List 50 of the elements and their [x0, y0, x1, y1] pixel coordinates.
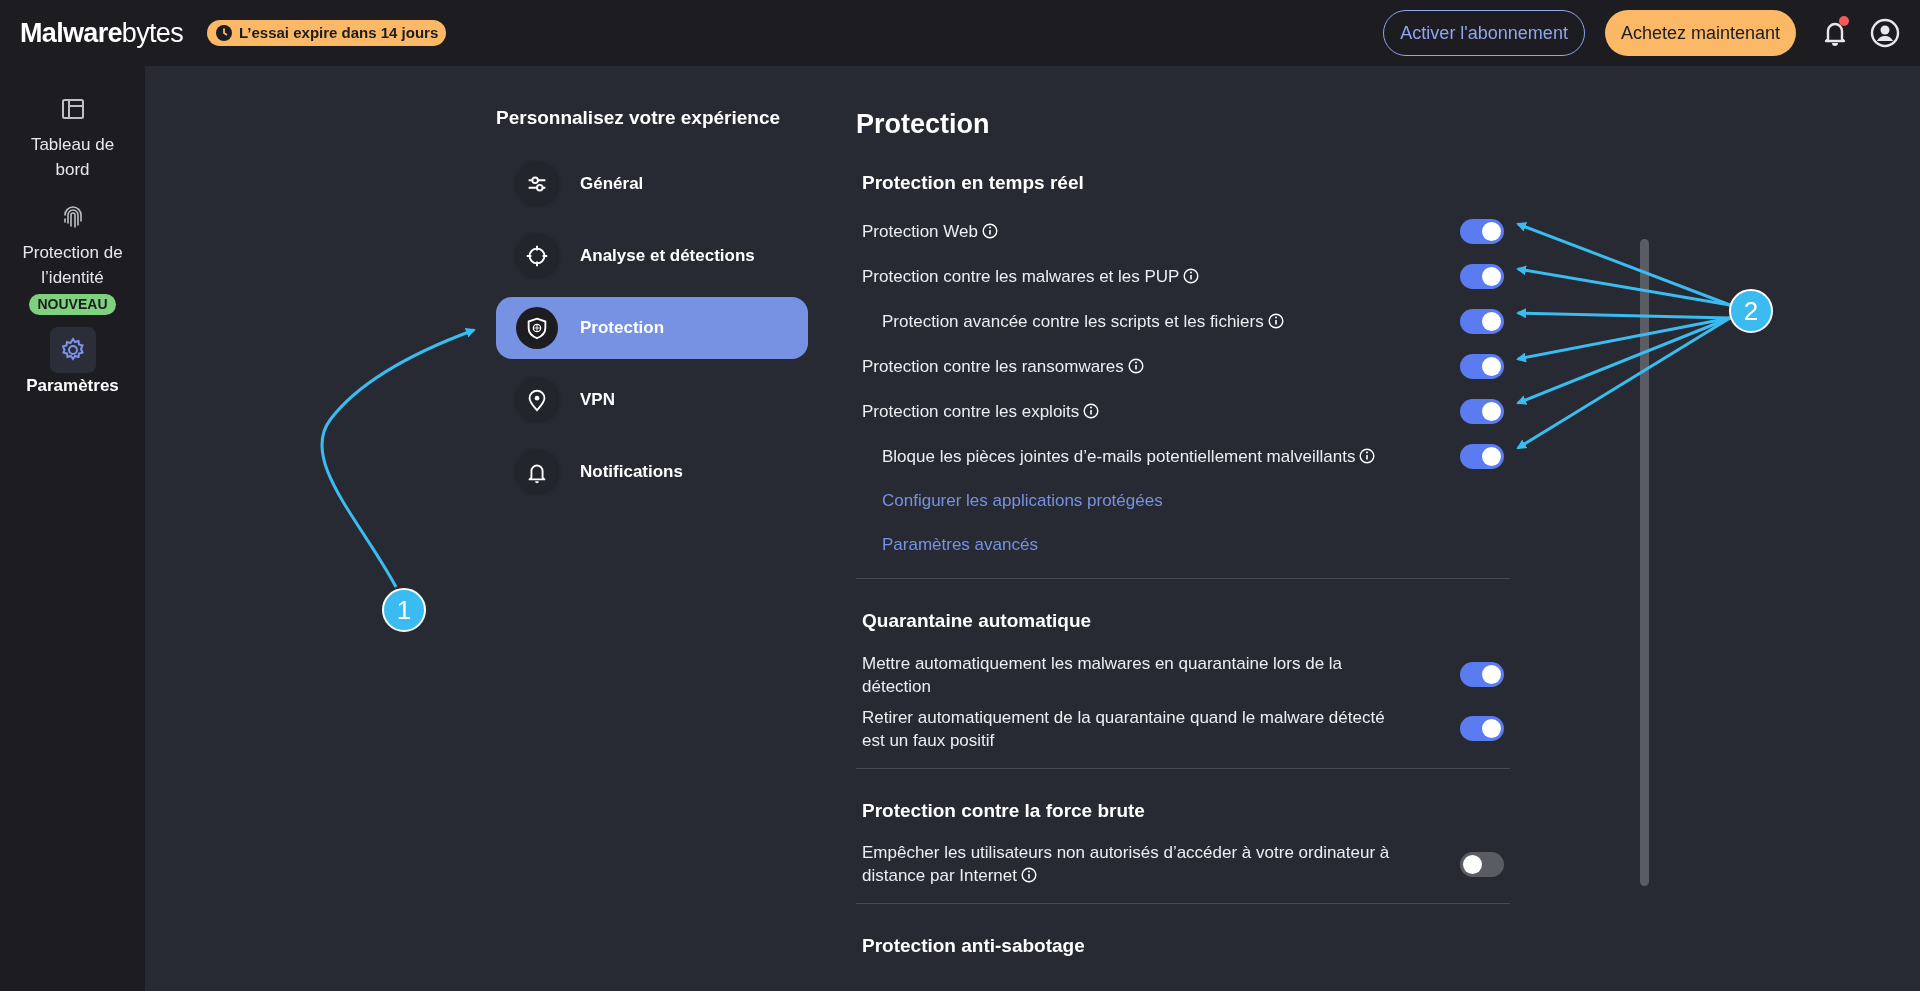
buy-now-button[interactable]: Achetez maintenant: [1604, 10, 1796, 56]
settings-menu-item[interactable]: VPN: [496, 368, 808, 431]
callout-marker: [1729, 289, 1773, 333]
section-heading: Protection en temps réel: [862, 170, 1085, 195]
section-heading: Quarantaine automatique: [862, 609, 1093, 633]
settings-menu-heading: Personnalisez votre expérience: [496, 106, 782, 130]
sidebar-item[interactable]: Tableau de bord: [16, 86, 129, 182]
setting-label: Protection avancée contre les scripts et les fichiers: [862, 310, 1284, 333]
account-icon[interactable]: [1870, 18, 1900, 48]
info-icon[interactable]: [1359, 448, 1376, 464]
setting-label: Protection contre les ransomwares: [862, 355, 1144, 378]
info-icon[interactable]: [1127, 358, 1144, 374]
info-icon[interactable]: [981, 223, 998, 239]
info-icon[interactable]: [1183, 268, 1200, 284]
settings-link[interactable]: Configurer les applications protégées: [862, 479, 1163, 523]
sidebar-item[interactable]: Paramètres: [16, 327, 129, 398]
callout-number: 2: [1743, 296, 1759, 326]
toggle-switch[interactable]: [1460, 662, 1504, 687]
section-heading: Protection contre la force brute: [862, 798, 1146, 823]
callout-marker: [382, 588, 426, 632]
settings-link[interactable]: Paramètres avancés: [862, 522, 1038, 566]
settings-menu-item[interactable]: Analyse et détections: [496, 224, 808, 287]
toggle-switch[interactable]: [1460, 851, 1504, 877]
malwarebytes-logo: Malwarebytes: [20, 16, 183, 50]
setting-label: Empêcher les utilisateurs non autorisés d’accéder à votre ordinateur à distance par Internet: [862, 842, 1391, 887]
info-icon[interactable]: [1083, 403, 1100, 419]
toggle-switch[interactable]: [1460, 354, 1504, 379]
setting-label: Protection contre les exploits: [862, 400, 1100, 423]
setting-label: Bloque les pièces jointes d’e-mails potentiellement malveillants: [862, 445, 1376, 468]
section-heading: Protection anti-sabotage: [862, 934, 1086, 958]
new-badge: NOUVEAU: [29, 294, 116, 315]
info-icon[interactable]: [1267, 313, 1284, 329]
toggle-switch[interactable]: [1460, 399, 1504, 424]
trial-badge: L’essai expire dans 14 jours: [207, 19, 447, 47]
info-icon[interactable]: [1021, 867, 1037, 883]
scrollbar[interactable]: [1640, 239, 1649, 886]
toggle-switch[interactable]: [1460, 716, 1504, 741]
settings-menu-item[interactable]: Général: [496, 152, 808, 215]
toggle-switch[interactable]: [1460, 444, 1504, 469]
callout-number: 1: [396, 595, 412, 625]
toggle-switch[interactable]: [1460, 219, 1504, 244]
setting-label: Protection Web: [862, 220, 998, 243]
settings-menu-item[interactable]: Notifications: [496, 440, 808, 503]
toggle-switch[interactable]: [1460, 309, 1504, 334]
page-title: Protection: [856, 108, 991, 141]
setting-label: Retirer automatiquement de la quarantaine quand le malware détecté est un faux positif: [862, 706, 1386, 752]
setting-label: Protection contre les malwares et les PUP: [862, 265, 1200, 288]
toggle-switch[interactable]: [1460, 264, 1504, 289]
setting-label: Mettre automatiquement les malwares en quarantaine lors de la détection: [862, 652, 1344, 698]
sidebar-item[interactable]: Protection de l’identité NOUVEAU: [16, 194, 129, 315]
